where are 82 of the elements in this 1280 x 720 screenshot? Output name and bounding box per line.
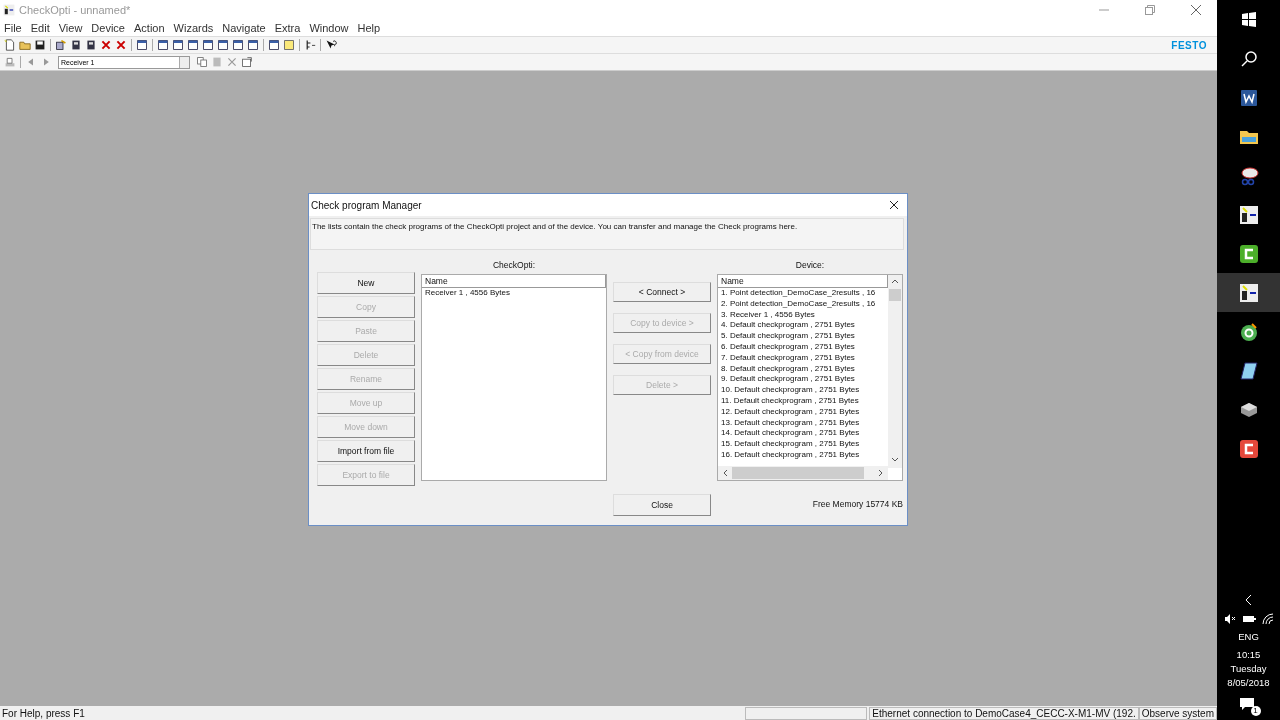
clock-day[interactable]: Tuesday xyxy=(1230,662,1267,676)
save-icon[interactable] xyxy=(33,38,47,52)
list-item[interactable]: 2. Point detection_DemoCase_2results , 16 xyxy=(718,298,888,310)
list-item[interactable]: 1. Point detection_DemoCase_2results , 16 xyxy=(718,288,888,299)
connection-status: Ethernet connection to DemoCase4_CECC-X-M1-MV (192. xyxy=(869,706,1139,720)
window-icon[interactable] xyxy=(246,38,260,52)
device-icon[interactable] xyxy=(69,38,83,52)
dialog-title: Check program Manager xyxy=(311,199,423,211)
notification-count: 1 xyxy=(1250,706,1261,716)
column-header[interactable]: Name xyxy=(422,275,606,288)
menu-item[interactable]: Action xyxy=(134,22,165,34)
word-icon[interactable] xyxy=(1238,87,1259,108)
list-item[interactable]: 7. Default checkprogram , 2751 Bytes xyxy=(718,352,888,364)
list-item[interactable]: 14. Default checkprogram , 2751 Bytes xyxy=(718,428,888,440)
list-item[interactable]: Receiver 1 , 4556 Bytes xyxy=(422,288,606,299)
menu-item[interactable]: Edit xyxy=(30,22,50,34)
brand-logo: FESTO xyxy=(1171,39,1207,51)
list-item[interactable]: 4. Default checkprogram , 2751 Bytes xyxy=(718,320,888,332)
program-list[interactable]: Name Receiver 1 , 4556 Bytes xyxy=(421,274,607,481)
muted-speaker-icon[interactable] xyxy=(1223,613,1236,625)
list-label: CheckOpti: xyxy=(491,260,536,272)
menu-item[interactable]: Device xyxy=(91,22,125,34)
list-item[interactable]: 12. Default checkprogram , 2751 Bytes xyxy=(718,406,888,418)
menu-item[interactable]: Window xyxy=(309,22,349,34)
app-icon xyxy=(3,4,15,16)
scissors-icon[interactable] xyxy=(1238,165,1259,186)
delete-icon[interactable] xyxy=(99,38,113,52)
menu-item[interactable]: Extra xyxy=(274,22,301,34)
properties-icon[interactable] xyxy=(240,55,254,69)
copy-icon[interactable] xyxy=(195,55,209,69)
printer-icon[interactable] xyxy=(3,55,17,69)
delete-icon[interactable] xyxy=(114,38,128,52)
note-icon[interactable] xyxy=(282,38,296,52)
close-button[interactable]: Close xyxy=(613,494,711,516)
language-indicator[interactable]: ENG xyxy=(1238,631,1259,642)
clock-time[interactable]: 10:15 xyxy=(1236,648,1261,662)
camera-app-icon[interactable] xyxy=(1238,282,1259,303)
window-title: CheckOpti - unnamed* xyxy=(19,4,132,16)
list-item[interactable]: 5. Default checkprogram , 2751 Bytes xyxy=(718,331,888,342)
description-text: The lists contain the check programs of the CheckOpti project and of the device. You can transfer and manage the Check programs here. xyxy=(310,218,904,250)
window-icon[interactable] xyxy=(231,38,245,52)
list-item[interactable]: 16. Default checkprogram , 2751 Bytes xyxy=(718,449,888,461)
disc-icon[interactable] xyxy=(1238,321,1259,342)
menu-item[interactable]: View xyxy=(58,22,83,34)
list-item[interactable]: 11. Default checkprogram , 2751 Bytes xyxy=(718,395,888,407)
dialog-button[interactable]: Import from file xyxy=(317,440,415,462)
window-icon[interactable] xyxy=(135,38,149,52)
camera-app-icon[interactable] xyxy=(1238,204,1259,225)
device-icon[interactable] xyxy=(84,38,98,52)
notification-icon[interactable] xyxy=(1238,696,1255,712)
list-item[interactable]: 3. Receiver 1 , 4556 Bytes xyxy=(718,309,888,321)
window-icon[interactable] xyxy=(186,38,200,52)
clock-date[interactable]: 8/05/2018 xyxy=(1227,676,1270,690)
menu-item[interactable]: Help xyxy=(357,22,381,34)
wifi-icon[interactable] xyxy=(1261,613,1274,625)
window-icon[interactable] xyxy=(216,38,230,52)
status-help-text: For Help, press F1 xyxy=(1,707,86,719)
menu-item[interactable]: File xyxy=(4,22,22,34)
list-item[interactable]: 15. Default checkprogram , 2751 Bytes xyxy=(718,439,888,450)
window-icon[interactable] xyxy=(267,38,281,52)
list-label: Device: xyxy=(794,260,826,272)
device-program-list[interactable] xyxy=(717,274,903,481)
battery-icon[interactable] xyxy=(1241,613,1256,625)
window-icon[interactable] xyxy=(171,38,185,52)
list-item[interactable]: 6. Default checkprogram , 2751 Bytes xyxy=(718,342,888,353)
mode-status: Observe system xyxy=(1138,706,1217,720)
menu-item[interactable]: Wizards xyxy=(173,22,214,34)
dialog-button[interactable]: New xyxy=(317,272,415,294)
new-document-icon[interactable] xyxy=(3,38,17,52)
chevron-icon[interactable] xyxy=(1243,593,1254,607)
window-icon[interactable] xyxy=(156,38,170,52)
list-item[interactable]: 8. Default checkprogram , 2751 Bytes xyxy=(718,363,888,375)
list-item[interactable]: 10. Default checkprogram , 2751 Bytes xyxy=(718,385,888,396)
list-item[interactable]: 13. Default checkprogram , 2751 Bytes xyxy=(718,417,888,429)
c-logo-icon[interactable] xyxy=(1238,243,1259,264)
column-header[interactable]: Name xyxy=(718,275,888,288)
free-memory-text: Free Memory 15774 KB xyxy=(811,498,903,511)
c-logo-icon[interactable] xyxy=(1238,438,1259,459)
dialog-button[interactable]: < Connect > xyxy=(613,282,711,302)
list-item[interactable]: 9. Default checkprogram , 2751 Bytes xyxy=(718,374,888,386)
menu-item[interactable]: Navigate xyxy=(222,22,266,34)
window-icon[interactable] xyxy=(201,38,215,52)
